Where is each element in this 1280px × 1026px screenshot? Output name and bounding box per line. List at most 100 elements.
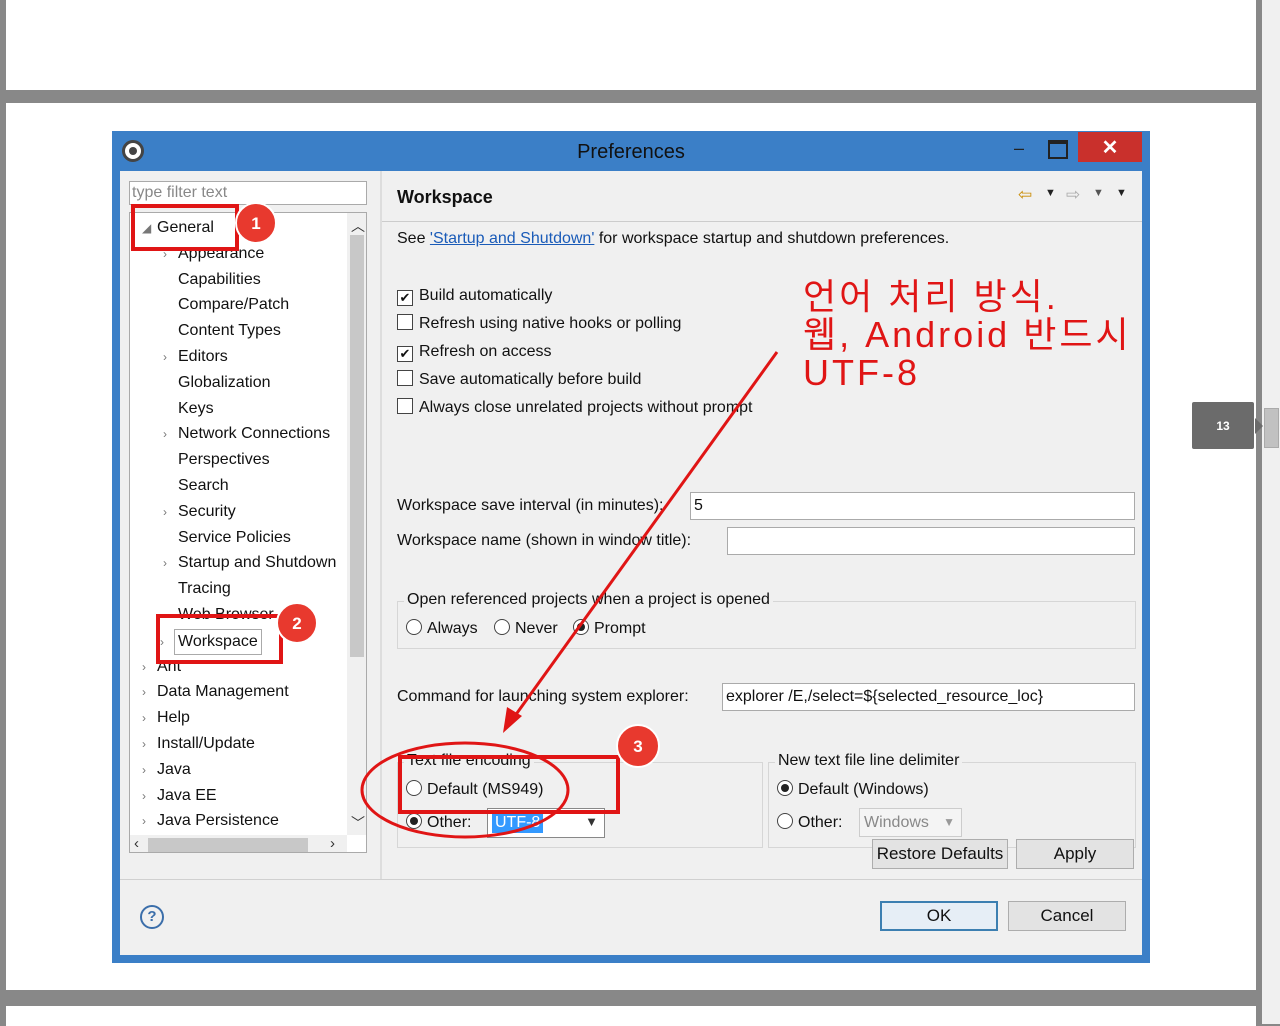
cancel-button[interactable]: Cancel (1008, 901, 1126, 931)
tree-item[interactable]: › Install/Update (142, 732, 255, 756)
delimiter-combo[interactable]: Windows ▼ (859, 808, 962, 837)
restore-defaults-button[interactable]: Restore Defaults (872, 839, 1008, 869)
checkbox-option[interactable]: ✔ Build automatically (397, 285, 552, 307)
checkbox-option[interactable]: ✔ Refresh on access (397, 341, 552, 363)
collapsed-twisty-icon[interactable]: › (142, 680, 146, 704)
tree-item-label: Compare/Patch (178, 296, 290, 313)
tree-item[interactable]: › Java EE (142, 784, 217, 808)
tree-item-label: Content Types (178, 322, 281, 339)
checkbox-unchecked-icon[interactable] (397, 314, 413, 330)
tree-item[interactable]: › Java Persistence (142, 809, 279, 833)
tree-item[interactable]: Globalization (178, 371, 271, 395)
collapsed-twisty-icon[interactable]: › (142, 784, 146, 808)
radio-delimiter-other[interactable]: Other: (777, 813, 842, 832)
radio-never-indicator[interactable] (494, 619, 510, 635)
help-icon[interactable]: ? (140, 905, 164, 929)
startup-shutdown-link[interactable]: 'Startup and Shutdown' (430, 230, 594, 247)
collapsed-twisty-icon[interactable]: › (142, 758, 146, 782)
tree-item[interactable]: Tracing (178, 577, 231, 601)
page-number-badge[interactable]: 13 (1192, 402, 1254, 449)
radio-delimiter-default[interactable]: Default (Windows) (777, 780, 929, 799)
tree-item[interactable]: › Ant (142, 655, 182, 679)
scroll-up-icon[interactable]: ︿ (351, 216, 365, 236)
save-interval-input[interactable]: 5 (690, 492, 1135, 520)
checkbox-checked-icon[interactable]: ✔ (397, 290, 413, 306)
radio-always-indicator[interactable] (406, 619, 422, 635)
forward-arrow-icon[interactable]: ⇨ (1066, 185, 1080, 205)
chevron-down-icon[interactable]: ▼ (943, 815, 955, 829)
tree-item[interactable]: › Appearance (163, 242, 264, 266)
tree-item[interactable]: › Editors (163, 345, 228, 369)
tree-item[interactable]: › Data Management (142, 680, 289, 704)
tree-item[interactable]: Perspectives (178, 448, 270, 472)
tree-item[interactable]: Keys (178, 397, 214, 421)
collapsed-twisty-icon[interactable]: › (163, 500, 167, 524)
checkbox-option[interactable]: Always close unrelated projects without … (397, 397, 753, 419)
tree-hscroll-thumb[interactable] (148, 838, 308, 852)
collapsed-twisty-icon[interactable]: › (142, 809, 146, 833)
ok-button[interactable]: OK (880, 901, 998, 931)
radio-encoding-other[interactable]: Other: (406, 813, 471, 832)
radio-delimiter-default-indicator[interactable] (777, 780, 793, 796)
viewer-scrollbar[interactable] (1262, 0, 1280, 1024)
back-dropdown-icon[interactable]: ▼ (1045, 187, 1056, 199)
collapsed-twisty-icon[interactable]: › (160, 630, 164, 654)
tree-horizontal-scrollbar[interactable]: ‹ › (130, 835, 347, 852)
close-button[interactable]: ✕ (1078, 132, 1142, 162)
scroll-down-icon[interactable]: ﹀ (351, 813, 365, 833)
tree-item[interactable]: › Workspace (160, 629, 262, 655)
encoding-combo[interactable]: UTF-8 ▼ (487, 808, 605, 838)
expanded-twisty-icon[interactable]: ◢ (142, 216, 151, 240)
collapsed-twisty-icon[interactable]: › (163, 551, 167, 575)
back-arrow-icon[interactable]: ⇦ (1018, 185, 1032, 205)
tree-item-label: Ant (157, 658, 182, 675)
collapsed-twisty-icon[interactable]: › (163, 345, 167, 369)
document-page-next (6, 1006, 1256, 1026)
radio-never[interactable]: Never (494, 619, 558, 638)
tree-item[interactable]: Content Types (178, 319, 281, 343)
tree-item[interactable]: Search (178, 474, 229, 498)
minimize-icon[interactable]: – (1010, 139, 1028, 159)
apply-button[interactable]: Apply (1016, 839, 1134, 869)
forward-dropdown-icon[interactable]: ▼ (1093, 187, 1104, 199)
title-bar[interactable]: Preferences – ✕ (112, 131, 1150, 171)
checkbox-unchecked-icon[interactable] (397, 370, 413, 386)
tree-item[interactable]: Service Policies (178, 526, 291, 550)
page-title: Workspace (397, 187, 493, 207)
radio-always[interactable]: Always (406, 619, 478, 638)
collapsed-twisty-icon[interactable]: › (163, 242, 167, 266)
collapsed-twisty-icon[interactable]: › (142, 706, 146, 730)
scroll-left-icon[interactable]: ‹ (134, 835, 139, 852)
explorer-command-input[interactable]: explorer /E,/select=${selected_resource_… (722, 683, 1135, 711)
collapsed-twisty-icon[interactable]: › (142, 732, 146, 756)
filter-input[interactable]: type filter text (129, 181, 367, 205)
scroll-right-icon[interactable]: › (330, 835, 335, 852)
view-menu-icon[interactable]: ▼ (1116, 187, 1127, 199)
tree-item[interactable]: › Java (142, 758, 191, 782)
tree-scroll-thumb[interactable] (350, 235, 364, 657)
radio-prompt[interactable]: Prompt (573, 619, 646, 638)
viewer-scrollbar-thumb[interactable] (1264, 408, 1279, 448)
checkbox-unchecked-icon[interactable] (397, 398, 413, 414)
radio-prompt-indicator[interactable] (573, 619, 589, 635)
tree-item[interactable]: ◢ General (142, 216, 214, 240)
checkbox-option[interactable]: Refresh using native hooks or polling (397, 313, 681, 335)
tree-item[interactable]: › Startup and Shutdown (163, 551, 336, 575)
radio-encoding-default[interactable]: Default (MS949) (406, 780, 544, 799)
collapsed-twisty-icon[interactable]: › (163, 422, 167, 446)
tree-item[interactable]: › Security (163, 500, 236, 524)
radio-delimiter-other-indicator[interactable] (777, 813, 793, 829)
radio-encoding-default-indicator[interactable] (406, 780, 422, 796)
collapsed-twisty-icon[interactable]: › (142, 655, 146, 679)
workspace-name-input[interactable] (727, 527, 1135, 555)
maximize-icon[interactable] (1048, 140, 1068, 159)
checkbox-checked-icon[interactable]: ✔ (397, 346, 413, 362)
tree-item[interactable]: › Network Connections (163, 422, 330, 446)
tree-item[interactable]: Capabilities (178, 268, 261, 292)
tree-item[interactable]: Compare/Patch (178, 293, 289, 317)
radio-encoding-other-indicator[interactable] (406, 813, 422, 829)
tree-item[interactable]: Web Browser (178, 603, 274, 627)
checkbox-option[interactable]: Save automatically before build (397, 369, 641, 391)
chevron-down-icon[interactable]: ▼ (585, 814, 598, 829)
tree-item[interactable]: › Help (142, 706, 190, 730)
